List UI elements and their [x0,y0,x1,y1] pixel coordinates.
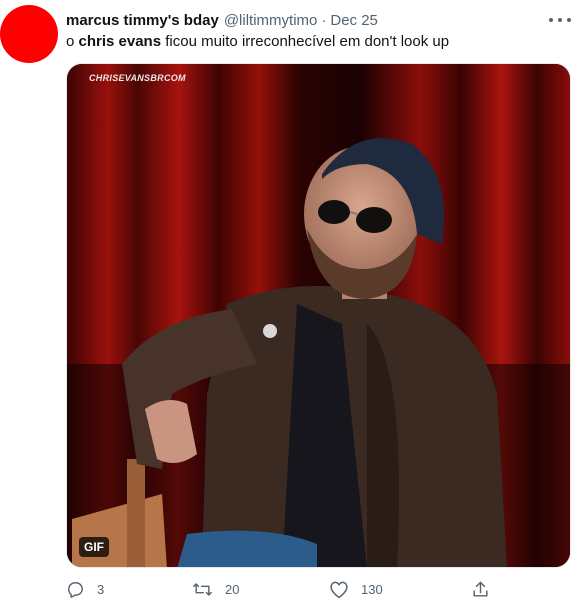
avatar[interactable] [0,5,58,63]
gif-frame [67,64,570,567]
tweet-header: marcus timmy's bday @liltimmytimo · Dec … [66,10,378,30]
retweet-count: 20 [225,582,240,597]
tweet-text-bold: chris evans [78,33,162,50]
share-button[interactable] [471,580,502,599]
like-count: 130 [361,582,383,597]
tweet[interactable]: marcus timmy's bday @liltimmytimo · Dec … [0,0,585,612]
reply-icon [68,582,83,598]
tweet-text-prefix: o [66,33,79,50]
separator-dot: · [321,11,327,29]
gif-watermark: CHRISEVANSBRCOM [89,73,186,83]
gif-badge: GIF [79,537,109,557]
like-button[interactable]: 130 [329,580,383,599]
tweet-text: o chris evans ficou muito irreconhecível… [66,33,449,50]
tweet-date[interactable]: Dec 25 [330,12,378,29]
reply-button[interactable]: 3 [66,580,104,599]
share-icon [473,581,488,597]
tweet-text-suffix: ficou muito irreconhecível em don't look… [161,33,450,50]
retweet-button[interactable]: 20 [192,580,239,599]
reply-count: 3 [97,582,105,597]
retweet-icon [193,583,212,596]
user-handle[interactable]: @liltimmytimo [224,12,318,29]
display-name[interactable]: marcus timmy's bday [66,12,219,29]
tweet-actions: 3 20 130 [66,580,496,602]
tweet-gif[interactable]: CHRISEVANSBRCOM GIF [66,63,571,568]
heart-icon [330,581,348,599]
more-horizontal-icon[interactable] [549,12,571,28]
